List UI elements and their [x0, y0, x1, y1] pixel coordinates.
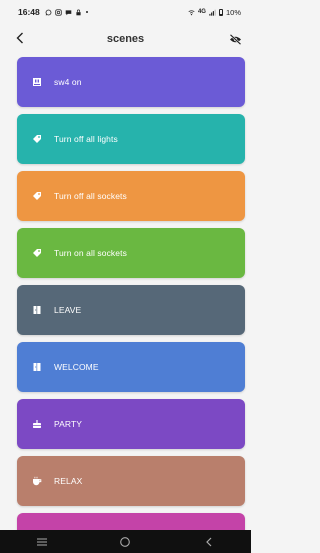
instagram-icon [55, 8, 62, 16]
system-nav-bar [0, 530, 251, 553]
signal-icon [209, 9, 216, 16]
status-time: 16:48 [18, 7, 40, 17]
scene-card-leave[interactable]: LEAVE [17, 285, 245, 335]
scene-card-turn-off-all-lights[interactable]: Turn off all lights [17, 114, 245, 164]
lock-icon [76, 9, 81, 15]
cup-icon [32, 476, 42, 486]
scene-card-sw4-on[interactable]: sw4 on [17, 57, 245, 107]
scene-label: Turn off all lights [54, 134, 118, 144]
back-icon [206, 537, 212, 546]
app-header: scenes [0, 24, 251, 54]
scene-label: Turn off all sockets [54, 191, 127, 201]
recents-button[interactable] [27, 532, 57, 552]
system-back-button[interactable] [194, 532, 224, 552]
scene-label: RELAX [54, 476, 83, 486]
hide-toggle-button[interactable] [227, 31, 243, 47]
page-title: scenes [106, 33, 145, 45]
scene-card-turn-on-all-sockets[interactable]: Turn on all sockets [17, 228, 245, 278]
scene-card-party[interactable]: PARTY [17, 399, 245, 449]
scene-card-turn-off-all-sockets[interactable]: Turn off all sockets [17, 171, 245, 221]
battery-level: 10% [225, 7, 241, 17]
scene-label: Turn on all sockets [54, 248, 127, 258]
scene-label: sw4 on [54, 77, 82, 87]
tag-icon [32, 134, 42, 144]
door-icon [32, 305, 42, 315]
status-bar: 16:48 4G 10% [0, 0, 251, 24]
switch-icon [32, 77, 42, 87]
eye-off-icon [229, 33, 241, 45]
network-type: 4G [197, 9, 206, 15]
wifi-calling-icon [188, 9, 195, 15]
battery-icon [218, 8, 223, 16]
tag-icon [32, 191, 42, 201]
door-icon [32, 362, 42, 372]
scene-label: LEAVE [54, 305, 82, 315]
back-button[interactable] [12, 30, 28, 46]
scene-card-relax[interactable]: RELAX [17, 456, 245, 506]
cake-icon [32, 419, 42, 429]
status-right: 4G 10% [188, 8, 241, 17]
scene-label: WELCOME [54, 362, 99, 372]
chevron-left-icon [16, 32, 23, 44]
status-left: 16:48 [18, 7, 89, 17]
recents-icon [36, 538, 47, 545]
chat-icon [65, 9, 72, 15]
scene-card-welcome[interactable]: WELCOME [17, 342, 245, 392]
scene-label: PARTY [54, 419, 83, 429]
notification-dot-icon [85, 10, 89, 14]
whatsapp-icon [45, 9, 52, 15]
home-icon [120, 536, 131, 547]
tag-icon [32, 248, 42, 258]
home-button[interactable] [110, 532, 140, 552]
